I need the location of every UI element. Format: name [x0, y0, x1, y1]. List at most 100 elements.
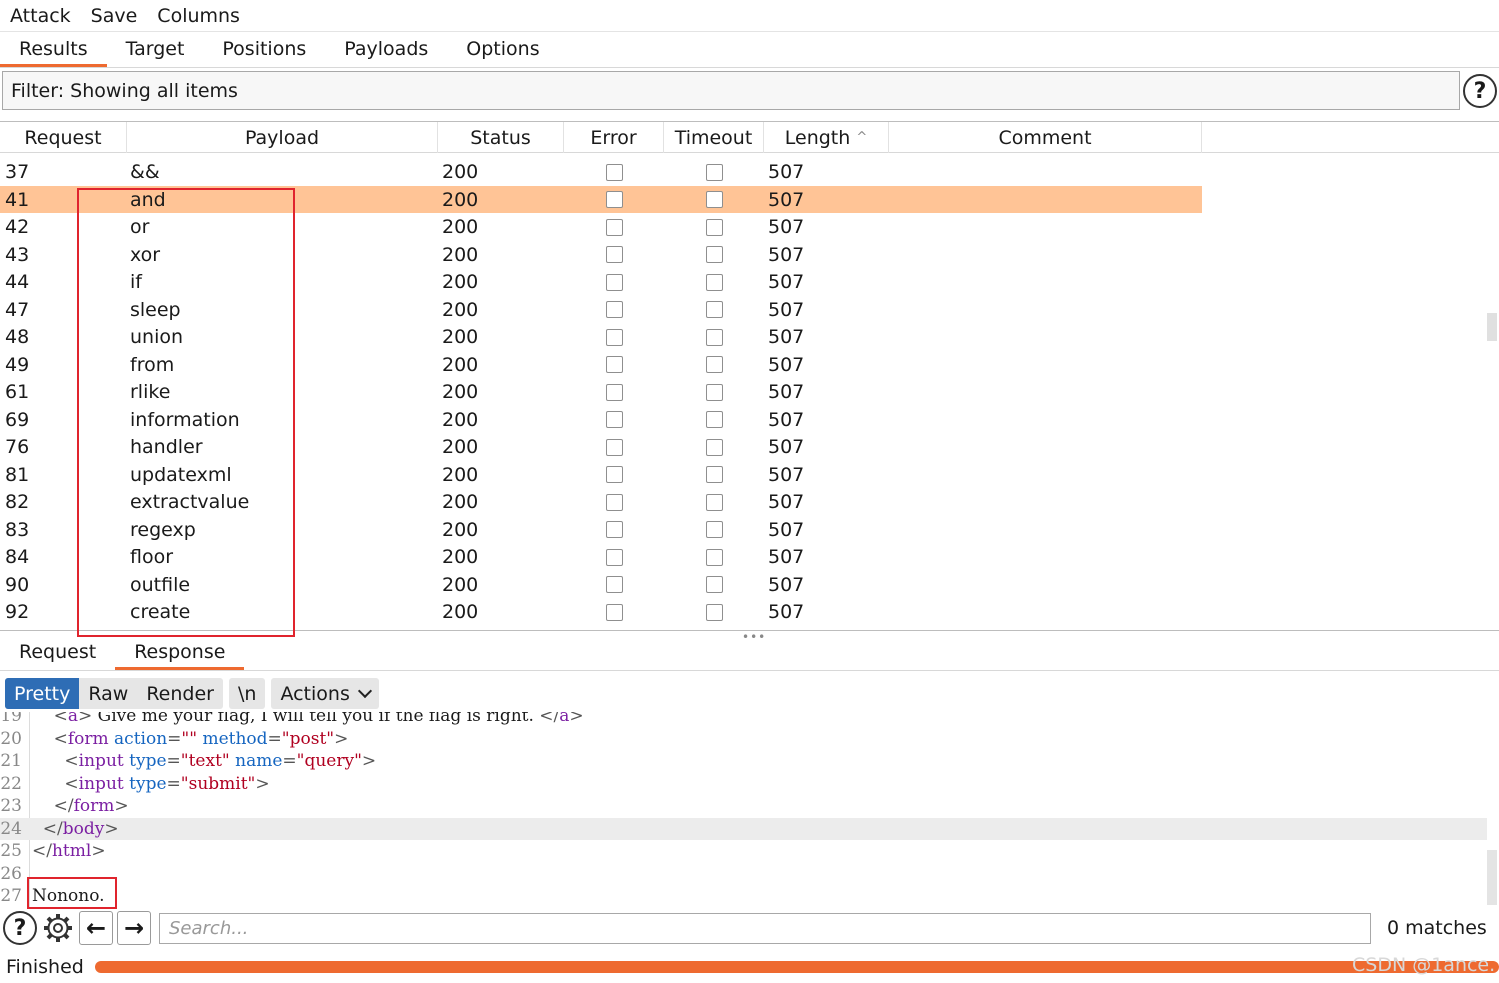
- cell-request: 69: [5, 408, 30, 431]
- cell-status: 200: [442, 573, 479, 596]
- response-code-view[interactable]: 19 <a> Give me your flag, I will tell yo…: [0, 712, 1499, 907]
- search-input[interactable]: [159, 912, 1371, 944]
- filter-help-icon[interactable]: ?: [1463, 74, 1497, 108]
- cell-error: [606, 269, 623, 296]
- cell-request: 81: [5, 463, 30, 486]
- table-row[interactable]: 43 xor 200 507: [0, 241, 1202, 268]
- cell-payload: union: [130, 326, 184, 348]
- newline-toggle-button[interactable]: \n: [229, 678, 265, 709]
- error-checkbox: [606, 273, 623, 291]
- cell-timeout: [706, 296, 723, 323]
- code-token: </: [32, 841, 52, 861]
- code-token: input: [78, 773, 124, 794]
- table-row[interactable]: 69 information 200 507: [0, 406, 1202, 433]
- column-header-error[interactable]: Error: [564, 122, 664, 153]
- gear-icon[interactable]: [41, 911, 75, 945]
- code-token: >: [569, 712, 584, 726]
- cell-request: 48: [5, 326, 30, 348]
- next-match-button[interactable]: →: [117, 911, 151, 945]
- menu-attack[interactable]: Attack: [10, 5, 71, 27]
- table-row[interactable]: 42 or 200 507: [0, 214, 1202, 241]
- cell-error: [606, 351, 623, 378]
- cell-length: 507: [768, 353, 805, 376]
- table-row[interactable]: 84 floor 200 507: [0, 544, 1202, 571]
- table-scrollbar-thumb[interactable]: [1487, 313, 1497, 341]
- code-token: >: [104, 818, 119, 839]
- code-token: "": [181, 728, 198, 749]
- code-token: name: [229, 751, 283, 771]
- timeout-checkbox: [706, 163, 723, 181]
- cell-timeout: [706, 269, 723, 296]
- table-row[interactable]: 83 regexp 200 507: [0, 516, 1202, 543]
- menu-columns[interactable]: Columns: [157, 5, 240, 27]
- column-header-timeout[interactable]: Timeout: [664, 122, 764, 153]
- tab-results[interactable]: Results: [0, 33, 107, 67]
- cell-timeout: [706, 159, 723, 186]
- filter-bar[interactable]: Filter: Showing all items: [2, 71, 1460, 110]
- table-row[interactable]: 37 && 200 507: [0, 159, 1202, 186]
- column-header-status[interactable]: Status: [438, 122, 564, 153]
- table-row[interactable]: 41 and 200 507: [0, 186, 1202, 213]
- table-row[interactable]: 44 if 200 507: [0, 269, 1202, 296]
- code-token: >: [361, 751, 377, 771]
- line-number: 20: [0, 728, 22, 749]
- cell-request: 90: [5, 573, 30, 596]
- column-header-payload[interactable]: Payload: [127, 122, 438, 153]
- column-header-comment[interactable]: Comment: [889, 122, 1202, 153]
- table-row[interactable]: 48 union 200 507: [0, 324, 1202, 351]
- code-token: <: [32, 773, 79, 794]
- table-row[interactable]: 49 from 200 507: [0, 351, 1202, 378]
- menu-save[interactable]: Save: [91, 5, 138, 27]
- column-header-length[interactable]: Length ^: [764, 122, 889, 153]
- tab-options[interactable]: Options: [447, 33, 558, 67]
- table-row[interactable]: 47 sleep 200 507: [0, 296, 1202, 323]
- tab-request[interactable]: Request: [0, 637, 115, 670]
- cell-length: 507: [768, 381, 805, 403]
- raw-button[interactable]: Raw: [79, 678, 137, 709]
- cell-timeout: [706, 434, 723, 461]
- cell-payload: regexp: [130, 518, 196, 541]
- cell-timeout: [706, 571, 723, 598]
- tab-response[interactable]: Response: [115, 637, 245, 670]
- arrow-left-icon: ←: [85, 914, 107, 942]
- error-checkbox: [606, 383, 623, 401]
- table-row[interactable]: 61 rlike 200 507: [0, 379, 1202, 406]
- code-text: <form action="" method="post">: [26, 728, 349, 749]
- cell-error: [606, 571, 623, 598]
- gear-icon-svg: [44, 914, 72, 942]
- code-token: input: [78, 751, 124, 771]
- table-row[interactable]: 90 outfile 200 507: [0, 571, 1202, 598]
- response-scrollbar-thumb[interactable]: [1487, 850, 1497, 905]
- filter-text: Filter: Showing all items: [11, 79, 238, 102]
- pretty-button[interactable]: Pretty: [5, 678, 80, 709]
- table-row[interactable]: 81 updatexml 200 507: [0, 461, 1202, 488]
- tab-payloads[interactable]: Payloads: [325, 33, 447, 67]
- table-row[interactable]: 82 extractvalue 200 507: [0, 489, 1202, 516]
- cell-payload: sleep: [130, 298, 181, 321]
- timeout-checkbox: [706, 603, 723, 621]
- search-help-icon[interactable]: ?: [3, 911, 37, 945]
- watermark: CSDN @1ance.: [1352, 954, 1496, 976]
- cell-timeout: [706, 351, 723, 378]
- cell-error: [606, 599, 623, 626]
- column-header-request[interactable]: Request: [0, 122, 127, 153]
- render-button[interactable]: Render: [137, 678, 223, 709]
- table-row[interactable]: 76 handler 200 507: [0, 434, 1202, 461]
- table-row[interactable]: 92 create 200 507: [0, 599, 1202, 626]
- cell-length: 507: [768, 243, 805, 266]
- code-token: <: [32, 751, 79, 771]
- tab-positions[interactable]: Positions: [203, 33, 325, 67]
- cell-timeout: [706, 214, 723, 241]
- previous-match-button[interactable]: ←: [79, 911, 113, 945]
- cell-request: 83: [5, 518, 30, 541]
- cell-timeout: [706, 461, 723, 488]
- cell-status: 200: [442, 381, 479, 403]
- cell-request: 43: [5, 243, 30, 266]
- line-number: 19: [0, 712, 22, 726]
- line-number: 24: [0, 818, 22, 839]
- results-table: 2620050737&&20050741and20050742or2005074…: [0, 121, 1499, 631]
- cell-payload: updatexml: [130, 463, 232, 486]
- tab-target[interactable]: Target: [107, 33, 204, 67]
- timeout-checkbox: [706, 191, 723, 208]
- actions-button[interactable]: Actions: [271, 678, 378, 709]
